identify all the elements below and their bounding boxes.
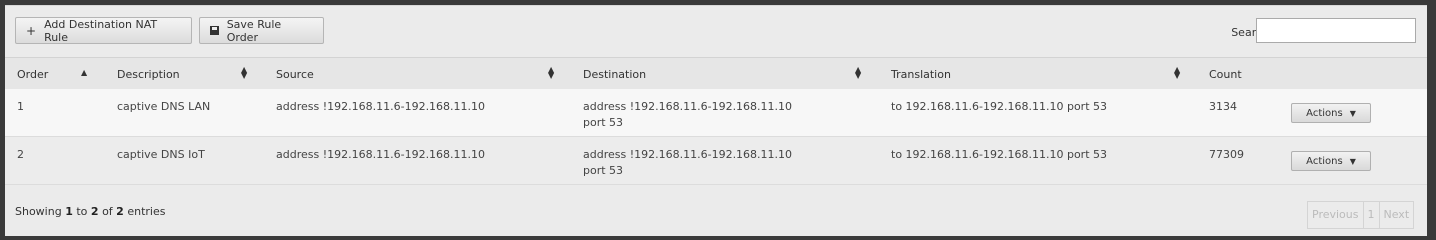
destination-port: port 53 [583, 116, 624, 129]
save-rule-order-button[interactable]: Save Rule Order [199, 17, 324, 44]
actions-dropdown-button[interactable]: Actions ▼ [1291, 151, 1371, 171]
sort-both-icon[interactable]: ▲ ▼ [241, 66, 247, 80]
cell-description: captive DNS IoT [117, 148, 205, 161]
caret-down-icon: ▼ [1349, 108, 1356, 118]
entries-info: Showing 1 to 2 of 2 entries [15, 205, 165, 218]
save-icon [210, 26, 219, 35]
column-header-translation[interactable]: Translation [891, 68, 951, 81]
destination-address: address !192.168.11.6-192.168.11.10 [583, 148, 793, 161]
table-footer: Showing 1 to 2 of 2 entries Previous 1 N… [5, 186, 1427, 236]
cell-count: 3134 [1209, 100, 1237, 113]
cell-destination: address !192.168.11.6-192.168.11.10 port… [583, 147, 792, 179]
actions-label: Actions [1306, 155, 1343, 167]
sort-both-icon[interactable]: ▲ ▼ [548, 66, 554, 80]
cell-source: address !192.168.11.6-192.168.11.10 [276, 100, 486, 113]
pagination: Previous 1 Next [1307, 201, 1415, 229]
destination-port: port 53 [583, 164, 624, 177]
info-end: 2 [90, 205, 99, 218]
pagination-previous[interactable]: Previous [1308, 202, 1364, 228]
destination-address: address !192.168.11.6-192.168.11.10 [583, 100, 793, 113]
cell-description: captive DNS LAN [117, 100, 211, 113]
caret-down-icon: ▼ [1349, 156, 1356, 166]
column-header-description[interactable]: Description [117, 68, 180, 81]
column-header-count[interactable]: Count [1209, 68, 1242, 81]
actions-label: Actions [1306, 107, 1343, 119]
sort-both-icon[interactable]: ▲ ▼ [855, 66, 861, 80]
table-header: Order ▲ Description ▲ ▼ Source ▲ ▼ Destina… [5, 57, 1427, 90]
info-showing: Showing [15, 205, 62, 218]
destination-nat-panel: + Add Destination NAT Rule Save Rule Ord… [5, 5, 1427, 236]
pagination-next[interactable]: Next [1380, 202, 1414, 228]
table-row: 1 captive DNS LAN address !192.168.11.6-… [5, 89, 1427, 137]
actions-dropdown-button[interactable]: Actions ▼ [1291, 103, 1371, 123]
info-total: 2 [116, 205, 124, 218]
table-row: 2 captive DNS IoT address !192.168.11.6-… [5, 137, 1427, 185]
cell-count: 77309 [1209, 148, 1244, 161]
column-header-source[interactable]: Source [276, 68, 314, 81]
plus-icon: + [26, 23, 37, 38]
cell-destination: address !192.168.11.6-192.168.11.10 port… [583, 99, 792, 131]
add-button-label: Add Destination NAT Rule [44, 17, 158, 44]
search-input[interactable] [1256, 18, 1416, 43]
info-entries: entries [127, 205, 166, 218]
cell-translation: to 192.168.11.6-192.168.11.10 port 53 [891, 148, 1107, 161]
cell-order: 1 [17, 100, 24, 113]
sort-both-icon[interactable]: ▲ ▼ [1174, 66, 1180, 80]
save-button-label: Save Rule Order [226, 17, 282, 44]
add-destination-nat-rule-button[interactable]: + Add Destination NAT Rule [15, 17, 192, 44]
column-header-order[interactable]: Order [17, 68, 48, 81]
toolbar: + Add Destination NAT Rule Save Rule Ord… [5, 6, 1427, 56]
info-to: to [76, 205, 88, 218]
column-header-destination[interactable]: Destination [583, 68, 646, 81]
cell-order: 2 [17, 148, 24, 161]
pagination-page[interactable]: 1 [1364, 202, 1380, 228]
info-of: of [102, 205, 113, 218]
info-start: 1 [65, 205, 73, 218]
cell-translation: to 192.168.11.6-192.168.11.10 port 53 [891, 100, 1107, 113]
cell-source: address !192.168.11.6-192.168.11.10 [276, 148, 486, 161]
sort-ascending-icon[interactable]: ▲ [81, 69, 87, 77]
